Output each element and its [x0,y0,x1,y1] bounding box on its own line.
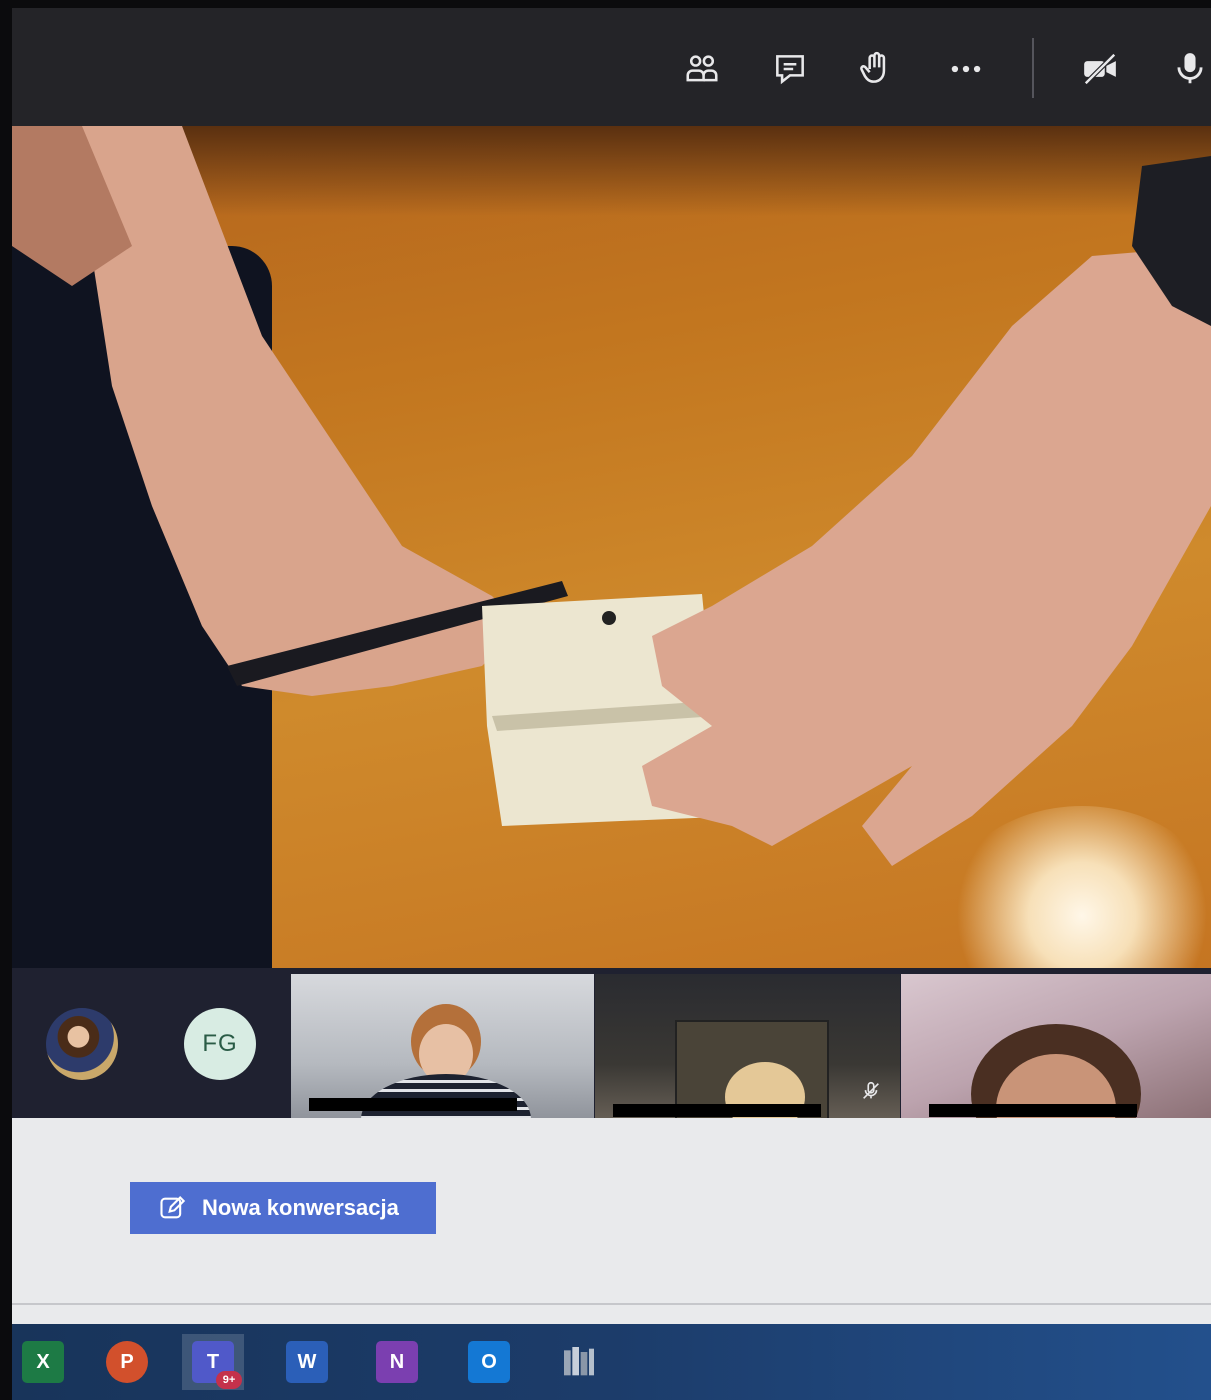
hand-icon [860,51,886,83]
outlook-icon: O [468,1341,510,1383]
powerpoint-icon: P [106,1341,148,1383]
main-video-stage [12,126,1211,968]
compose-icon [160,1196,186,1219]
onenote-icon: N [376,1341,418,1383]
participant-avatar[interactable] [46,1008,118,1080]
right-hand [642,246,1211,866]
redacted-name [309,1098,517,1111]
taskbar-word[interactable]: W [276,1334,338,1390]
microphone-icon [1177,53,1203,84]
taskbar-excel[interactable]: X [12,1334,74,1390]
participant-video-tile[interactable] [291,974,594,1124]
taskbar-outlook[interactable]: O [458,1334,520,1390]
excel-icon: X [22,1341,64,1383]
panel-divider [12,1303,1211,1305]
conversation-button[interactable] [764,44,816,94]
people-icon [686,55,718,82]
camera-off-icon [1084,53,1116,85]
mic-off-icon [863,1081,879,1099]
new-conversation-label: Nowa konwersacja [202,1195,399,1220]
video-scene [12,126,1211,866]
participants-button[interactable] [676,44,728,94]
taskbar-onenote[interactable]: N [366,1334,428,1390]
participant-video-tile[interactable] [595,974,900,1124]
chat-panel: Nowa konwersacja [12,1118,1211,1333]
teams-icon: T 9+ [192,1341,242,1389]
raise-hand-button[interactable] [850,44,902,94]
chat-icon [776,55,804,85]
toolbar-divider [1032,38,1034,98]
redacted-name [929,1104,1137,1117]
taskbar-teams[interactable]: T 9+ [182,1334,244,1390]
redacted-name [613,1104,821,1117]
participants-strip: FG [12,968,1211,1124]
participant-video-tile[interactable] [901,974,1211,1124]
taskbar-library[interactable] [548,1334,610,1390]
taskbar-powerpoint[interactable]: P [96,1334,158,1390]
more-icon [951,65,981,73]
library-icon [564,1347,594,1376]
new-conversation-button[interactable]: Nowa konwersacja [130,1182,436,1234]
word-icon: W [286,1341,328,1383]
notification-badge: 9+ [216,1371,242,1389]
participant-initials-avatar[interactable]: FG [184,1008,256,1080]
meeting-toolbar [12,8,1211,126]
windows-taskbar: X P T 9+ W N O [12,1324,1211,1400]
camera-button[interactable] [1074,44,1126,94]
monitor-screen: FG Nowa konwersacja X P T 9+ W N O [12,8,1211,1400]
more-actions-button[interactable] [940,44,992,94]
microphone-button[interactable] [1164,44,1211,94]
